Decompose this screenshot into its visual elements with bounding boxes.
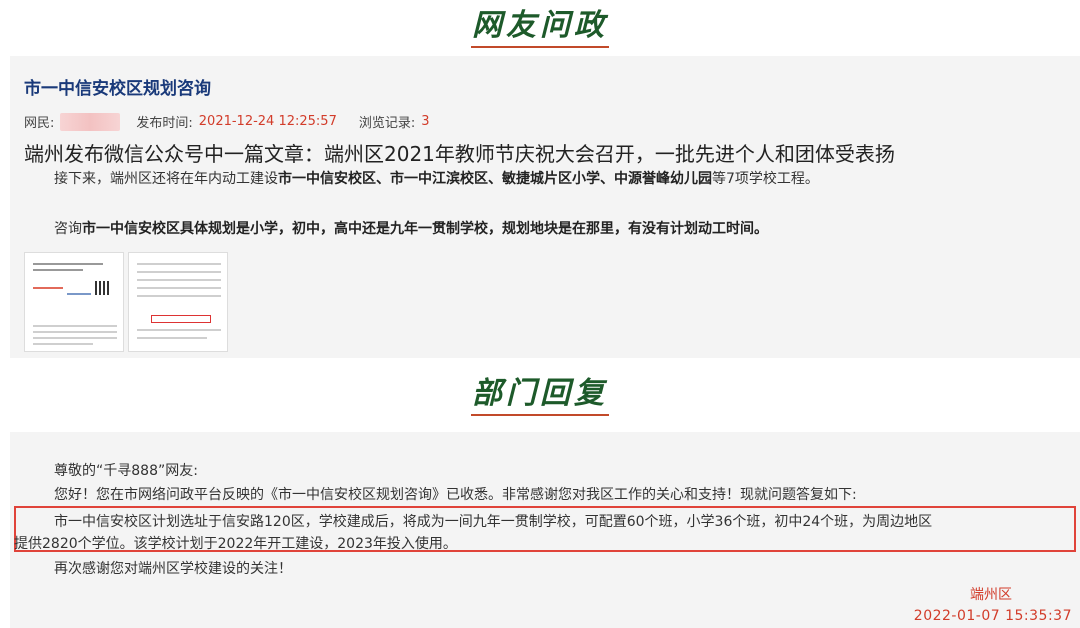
heading-underline <box>471 46 609 48</box>
thumb-line <box>33 269 83 271</box>
thumb-line <box>33 331 117 333</box>
para2-bold: 市一中信安校区具体规划是小学，初中，高中还是九年一贯制学校，规划地块是在那里，有… <box>82 221 768 237</box>
reply-panel: 尊敬的“千寻888”网友: 您好！您在市网络问政平台反映的《市一中信安校区规划咨… <box>10 432 1080 628</box>
thumb-line <box>33 337 117 339</box>
question-heading-text: 网友问政 <box>472 8 608 43</box>
question-section-heading: 网友问政 <box>0 0 1080 48</box>
question-title[interactable]: 市一中信安校区规划咨询 <box>24 74 211 99</box>
para2-lead: 咨询 <box>54 221 82 237</box>
thumb-line <box>33 263 103 265</box>
post-time-label: 发布时间: <box>136 116 193 131</box>
thumb-line <box>137 263 221 265</box>
reply-greeting: 尊敬的“千寻888”网友: <box>54 463 198 479</box>
thumb-line <box>33 343 93 345</box>
heading-underline <box>471 414 609 416</box>
views-label: 浏览记录: <box>358 116 416 131</box>
thumb-line <box>137 287 221 289</box>
post-time-value: 2021-12-24 12:25:57 <box>198 114 337 129</box>
attachment-thumbnails <box>24 252 228 352</box>
reply-thanks: 再次感谢您对端州区学校建设的关注！ <box>54 561 292 577</box>
question-paragraph-2: 咨询市一中信安校区具体规划是小学，初中，高中还是九年一贯制学校，规划地块是在那里… <box>54 218 768 238</box>
reply-body-line-2: 提供2820个学位。该学校计划于2022年开工建设，2023年投入使用。 <box>14 536 457 552</box>
thumb-line <box>67 293 91 295</box>
views-value: 3 <box>421 114 430 129</box>
reply-heading-text: 部门回复 <box>472 376 608 411</box>
para1-bold: 市一中信安校区、市一中江滨校区、敏捷城片区小学、中源誉峰幼儿园 <box>278 171 712 187</box>
attachment-thumbnail-2[interactable] <box>128 252 228 352</box>
reply-section-heading: 部门回复 <box>0 368 1080 416</box>
thumb-line <box>137 329 221 331</box>
reply-body-line-1: 市一中信安校区计划选址于信安路120区，学校建成后，将成为一间九年一贯制学校，可… <box>54 514 933 530</box>
question-paragraph-1: 接下来，端州区还将在年内动工建设市一中信安校区、市一中江滨校区、敏捷城片区小学、… <box>54 168 819 188</box>
question-meta: 网民: 发布时间: 2021-12-24 12:25:57 浏览记录: 3 <box>24 112 452 131</box>
reply-intro: 您好！您在市网络问政平台反映的《市一中信安校区规划咨询》已收悉。非常感谢您对我区… <box>54 487 857 503</box>
question-headline: 端州发布微信公众号中一篇文章：端州区2021年教师节庆祝大会召开，一批先进个人和… <box>24 142 895 166</box>
para1-lead: 接下来，端州区还将在年内动工建设 <box>54 171 278 187</box>
thumb-line <box>137 279 221 281</box>
reply-signature: 端州区 <box>970 587 1012 603</box>
reply-date: 2022-01-07 15:35:37 <box>913 608 1072 624</box>
thumb-highlight-box <box>151 315 211 323</box>
netizen-name-redacted <box>60 112 121 131</box>
question-panel: 市一中信安校区规划咨询 网民: 发布时间: 2021-12-24 12:25:5… <box>10 56 1080 358</box>
qr-code-icon <box>95 281 109 295</box>
thumb-line <box>137 271 221 273</box>
thumb-line <box>33 325 117 327</box>
attachment-thumbnail-1[interactable] <box>24 252 124 352</box>
para1-tail: 等7项学校工程。 <box>712 171 819 187</box>
thumb-line <box>137 337 207 339</box>
thumb-line <box>33 287 63 289</box>
netizen-label: 网民: <box>24 116 55 131</box>
thumb-line <box>137 295 221 297</box>
